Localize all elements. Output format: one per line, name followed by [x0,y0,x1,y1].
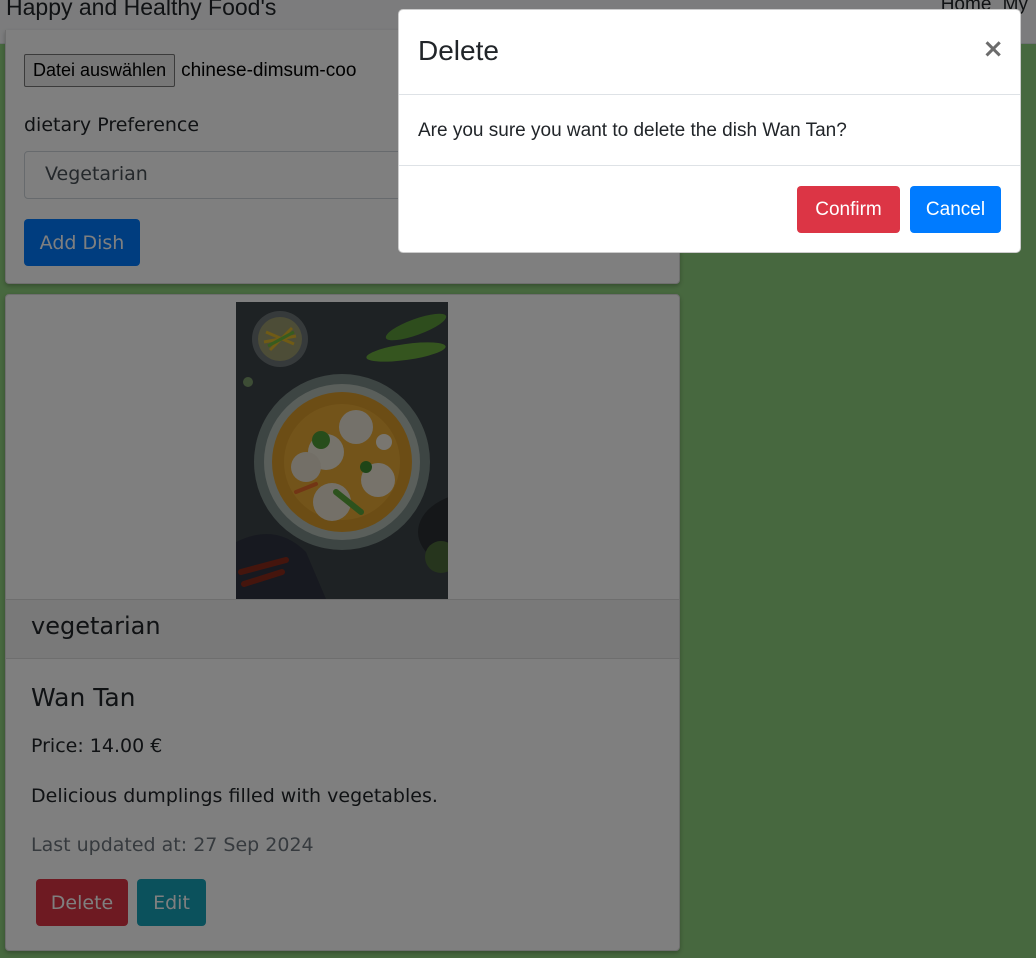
modal-message: Are you sure you want to delete the dish… [418,120,847,141]
close-icon[interactable]: × [982,34,1004,64]
confirm-button[interactable]: Confirm [797,186,900,233]
modal-title: Delete [418,35,499,66]
delete-modal: Delete × Are you sure you want to delete… [398,9,1021,253]
cancel-button[interactable]: Cancel [910,186,1001,233]
modal-header: Delete × [399,10,1020,95]
modal-footer-divider [399,165,1020,166]
